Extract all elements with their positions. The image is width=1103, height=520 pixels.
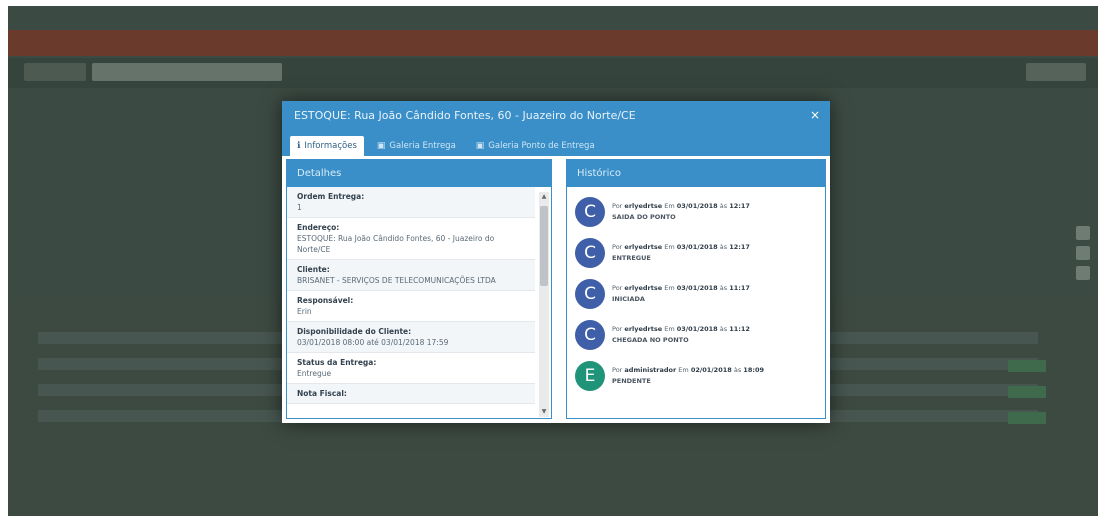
history-user: erlyedrtse: [624, 325, 663, 333]
history-date: 03/01/2018: [676, 243, 718, 251]
image-icon: ▣: [376, 141, 386, 151]
history-time: 11:12: [729, 325, 750, 333]
detail-value: 1: [297, 203, 302, 212]
history-time: 18:09: [743, 366, 764, 374]
history-date: 03/01/2018: [676, 325, 718, 333]
history-item: C Por erlyedrtse Em 03/01/2018 às 12:17 …: [575, 193, 817, 231]
image-icon: ▣: [475, 141, 485, 151]
app-status-chip: [1008, 412, 1046, 424]
details-list: Ordem Entrega: 1 Endereço: ESTOQUE: Rua …: [287, 187, 551, 418]
close-icon[interactable]: ×: [810, 108, 820, 122]
detail-nota-fiscal: Nota Fiscal:: [287, 384, 535, 404]
history-status: SAIDA DO PONTO: [612, 213, 676, 221]
details-title: Detalhes: [287, 160, 551, 187]
detail-disponibilidade: Disponibilidade do Cliente: 03/01/2018 0…: [287, 322, 535, 353]
history-user: erlyedrtse: [624, 243, 663, 251]
detail-label: Responsável:: [297, 296, 354, 305]
history-time: 12:17: [729, 202, 750, 210]
details-scrollbar[interactable]: ▲ ▼: [539, 192, 549, 417]
modal-header: ESTOQUE: Rua João Cândido Fontes, 60 - J…: [282, 101, 830, 131]
app-right-button: [1026, 63, 1086, 81]
details-panel: Detalhes Ordem Entrega: 1 Endereço: ESTO…: [286, 159, 552, 419]
avatar: C: [575, 238, 605, 268]
avatar: C: [575, 197, 605, 227]
app-status-chip: [1008, 386, 1046, 398]
detail-value: 03/01/2018 08:00 até 03/01/2018 17:59: [297, 338, 449, 347]
history-date: 03/01/2018: [676, 284, 718, 292]
detail-label: Status da Entrega:: [297, 358, 377, 367]
detail-label: Cliente:: [297, 265, 330, 274]
tab-label: Galeria Entrega: [389, 141, 456, 151]
app-side-button: [1076, 226, 1090, 240]
history-time: 12:17: [729, 243, 750, 251]
detail-value: Erin: [297, 307, 312, 316]
history-status: PENDENTE: [612, 377, 651, 385]
detail-responsavel: Responsável: Erin: [287, 291, 535, 322]
history-text: Por erlyedrtse Em 03/01/2018 às 11:12 CH…: [612, 325, 750, 344]
history-item: C Por erlyedrtse Em 03/01/2018 às 11:17 …: [575, 275, 817, 313]
history-user: erlyedrtse: [624, 284, 663, 292]
tab-galeria-entrega[interactable]: ▣ Galeria Entrega: [370, 136, 463, 156]
history-status: CHEGADA NO PONTO: [612, 336, 689, 344]
detail-label: Disponibilidade do Cliente:: [297, 327, 412, 336]
history-panel: Histórico C Por erlyedrtse Em 03/01/2018…: [566, 159, 826, 419]
history-title: Histórico: [567, 160, 825, 187]
avatar: C: [575, 320, 605, 350]
detail-value: Entregue: [297, 369, 332, 378]
detail-value: ESTOQUE: Rua João Cândido Fontes, 60 - J…: [297, 234, 495, 254]
history-item: C Por erlyedrtse Em 03/01/2018 às 11:12 …: [575, 316, 817, 354]
detail-value: BRISANET - SERVIÇOS DE TELECOMUNICAÇÕES …: [297, 276, 496, 285]
app-side-button: [1076, 266, 1090, 280]
detail-cliente: Cliente: BRISANET - SERVIÇOS DE TELECOMU…: [287, 260, 535, 291]
tab-label: Informações: [304, 141, 357, 151]
history-time: 11:17: [729, 284, 750, 292]
history-status: INICIADA: [612, 295, 645, 303]
history-item: E Por administrador Em 02/01/2018 às 18:…: [575, 357, 817, 395]
app-top-bar: [8, 30, 1098, 56]
modal-title: ESTOQUE: Rua João Cândido Fontes, 60 - J…: [294, 109, 636, 122]
history-list: C Por erlyedrtse Em 03/01/2018 às 12:17 …: [567, 187, 825, 404]
tab-label: Galeria Ponto de Entrega: [488, 141, 595, 151]
info-icon: ℹ: [297, 141, 301, 151]
avatar: C: [575, 279, 605, 309]
avatar: E: [575, 361, 605, 391]
detail-ordem-entrega: Ordem Entrega: 1: [287, 187, 535, 218]
history-text: Por erlyedrtse Em 03/01/2018 às 12:17 SA…: [612, 202, 750, 221]
app-search-field: [92, 63, 282, 81]
scroll-down-icon[interactable]: ▼: [539, 407, 549, 417]
app-toolbar-button: [24, 63, 86, 81]
detail-status-entrega: Status da Entrega: Entregue: [287, 353, 535, 384]
tab-galeria-ponto-entrega[interactable]: ▣ Galeria Ponto de Entrega: [469, 136, 602, 156]
history-user: erlyedrtse: [624, 202, 663, 210]
app-side-button: [1076, 246, 1090, 260]
history-text: Por administrador Em 02/01/2018 às 18:09…: [612, 366, 764, 385]
history-date: 03/01/2018: [676, 202, 718, 210]
detail-label: Ordem Entrega:: [297, 192, 365, 201]
detail-endereco: Endereço: ESTOQUE: Rua João Cândido Font…: [287, 218, 535, 260]
history-date: 02/01/2018: [690, 366, 732, 374]
app-status-chip: [1008, 360, 1046, 372]
history-text: Por erlyedrtse Em 03/01/2018 às 12:17 EN…: [612, 243, 750, 262]
history-item: C Por erlyedrtse Em 03/01/2018 às 12:17 …: [575, 234, 817, 272]
detail-label: Endereço:: [297, 223, 340, 232]
history-user: administrador: [624, 366, 677, 374]
scroll-up-icon[interactable]: ▲: [539, 192, 549, 202]
scroll-thumb[interactable]: [540, 206, 548, 286]
detail-label: Nota Fiscal:: [297, 389, 347, 398]
history-text: Por erlyedrtse Em 03/01/2018 às 11:17 IN…: [612, 284, 750, 303]
delivery-point-modal: ESTOQUE: Rua João Cândido Fontes, 60 - J…: [282, 101, 830, 423]
modal-tabs: ℹ Informações ▣ Galeria Entrega ▣ Galeri…: [282, 131, 830, 156]
history-status: ENTREGUE: [612, 254, 651, 262]
tab-informacoes[interactable]: ℹ Informações: [290, 136, 364, 156]
